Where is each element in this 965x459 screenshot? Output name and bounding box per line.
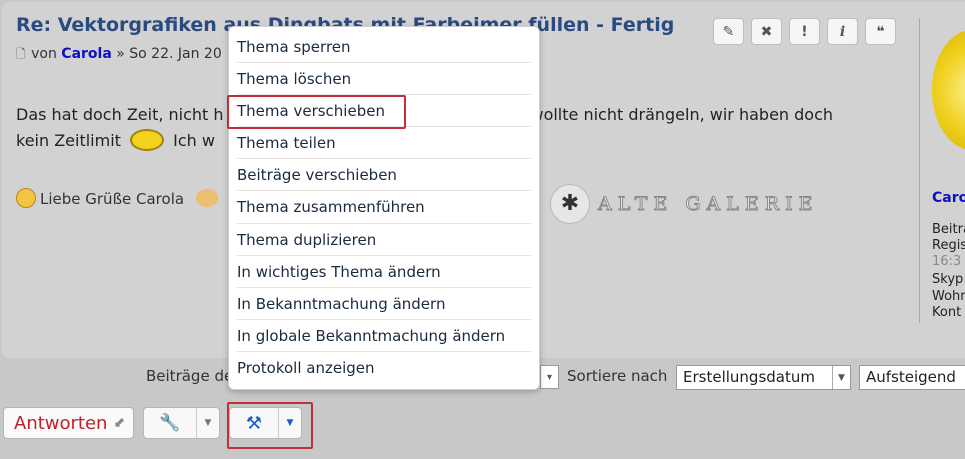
menu-item-copy-topic[interactable]: Thema duplizieren xyxy=(237,224,531,256)
profile-line: 16:3 xyxy=(932,254,962,269)
menu-item-move-posts[interactable]: Beiträge verschieben xyxy=(237,159,531,192)
chevron-down-icon: ▼ xyxy=(832,366,850,389)
body-text-1b: Ich wollte nicht drängeln, wir haben doc… xyxy=(501,105,834,124)
signature: Liebe Grüße Carola xyxy=(16,188,219,208)
days-select[interactable]: ▾ xyxy=(540,365,559,389)
edit-button[interactable]: ✎ xyxy=(713,18,744,45)
tools-button[interactable]: 🔧 ▼ xyxy=(143,407,220,439)
body-text-2a: kein Zeitlimit xyxy=(16,131,121,150)
info-button[interactable]: i xyxy=(827,18,858,45)
reply-arrow-icon: ⬋ xyxy=(113,415,126,431)
smiley-icon xyxy=(130,129,165,151)
ant-icon: ✱ xyxy=(550,184,590,224)
report-button[interactable]: ! xyxy=(789,18,820,45)
profile-panel: Caro Beitra Regis 16:3 Skyp Wohn Kont xyxy=(932,2,965,332)
menu-item-delete-topic[interactable]: Thema löschen xyxy=(237,63,531,96)
menu-item-make-announcement[interactable]: In Bekanntmachung ändern xyxy=(237,288,531,320)
post-meta: 🗋 von Carola » So 22. Jan 20 xyxy=(16,45,222,66)
meta-prefix: von xyxy=(31,46,57,62)
menu-item-merge-topic[interactable]: Thema zusammenführen xyxy=(237,191,531,224)
show-posts-label: Beiträge de xyxy=(146,367,234,385)
gallery-text: ALTE GALERIE xyxy=(597,193,819,216)
post-date: » So 22. Jan 20 xyxy=(116,46,222,62)
avatar xyxy=(932,30,965,150)
sort-order-value: Aufsteigend xyxy=(866,368,956,386)
grin-smiley-icon xyxy=(16,188,36,208)
signature-text: Liebe Grüße Carola xyxy=(40,190,185,208)
moderator-dropdown-menu: Thema sperren Thema löschen Thema versch… xyxy=(228,26,540,390)
post-buttons: ✎ ✖ ! i ❝ xyxy=(713,18,896,45)
delete-button[interactable]: ✖ xyxy=(751,18,782,45)
sort-order-select[interactable]: Aufsteigend xyxy=(859,365,965,390)
sort-by-value: Erstellungsdatum xyxy=(683,368,815,386)
profile-line: Wohn xyxy=(932,289,965,304)
profile-line: Skyp xyxy=(932,272,964,287)
body-text-2b: Ich w xyxy=(173,131,215,150)
post-link-icon[interactable]: 🗋 xyxy=(16,47,26,61)
menu-item-make-global[interactable]: In globale Bekanntmachung ändern xyxy=(237,320,531,352)
sort-by-select[interactable]: Erstellungsdatum ▼ xyxy=(676,365,851,390)
menu-item-move-topic[interactable]: Thema verschieben xyxy=(237,95,531,128)
profile-line: Beitra xyxy=(932,222,965,237)
menu-item-make-sticky[interactable]: In wichtiges Thema ändern xyxy=(237,256,531,288)
gallery-banner[interactable]: ✱ ALTE GALERIE xyxy=(550,184,818,224)
sort-label: Sortiere nach xyxy=(567,367,668,385)
profile-line: Regis xyxy=(932,238,965,253)
chevron-down-icon[interactable]: ▼ xyxy=(278,408,301,438)
menu-item-view-log[interactable]: Protokoll anzeigen xyxy=(237,352,531,384)
body-text-1a: Das hat doch Zeit, nicht h xyxy=(16,105,224,124)
profile-divider xyxy=(919,18,920,323)
author-link[interactable]: Carola xyxy=(61,46,112,62)
bee-icon xyxy=(196,189,219,207)
moderator-tools-button[interactable]: ⚒ ▼ xyxy=(229,407,302,439)
reply-button[interactable]: Antworten ⬋ xyxy=(3,407,134,439)
chevron-down-icon[interactable]: ▼ xyxy=(196,408,219,438)
reply-label: Antworten xyxy=(14,412,108,434)
profile-name[interactable]: Caro xyxy=(932,190,965,206)
quote-button[interactable]: ❝ xyxy=(865,18,896,45)
profile-line: Kont xyxy=(932,305,962,320)
gavel-icon: ⚒ xyxy=(245,412,263,434)
menu-item-lock-topic[interactable]: Thema sperren xyxy=(237,31,531,64)
menu-item-split-topic[interactable]: Thema teilen xyxy=(237,127,531,160)
wrench-icon: 🔧 xyxy=(159,413,181,433)
